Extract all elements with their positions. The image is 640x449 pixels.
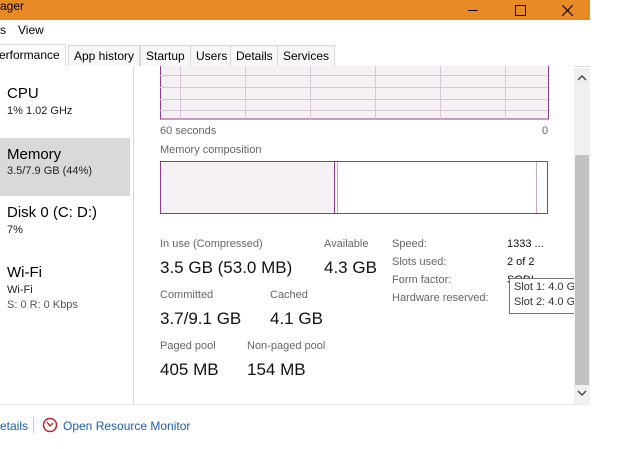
maximize-icon bbox=[514, 4, 526, 16]
sidebar-item-detail: 3.5/7.9 GB (44%) bbox=[7, 165, 92, 177]
tab-strip: erformance App history Startup Users Det… bbox=[0, 42, 590, 67]
minimize-icon bbox=[468, 9, 478, 11]
open-resource-monitor-link[interactable]: Open Resource Monitor bbox=[63, 419, 190, 433]
in-use-value: 3.5 GB (53.0 MB) bbox=[160, 258, 293, 277]
memory-panel: 60 seconds 0 Memory composition In use (… bbox=[134, 66, 574, 404]
resource-sidebar: CPU 1% 1.02 GHz Memory 3.5/7.9 GB (44%) … bbox=[0, 66, 134, 404]
modified-segment bbox=[337, 162, 338, 213]
close-icon bbox=[561, 4, 573, 16]
cached-value: 4.1 GB bbox=[270, 309, 323, 328]
sidebar-item-wifi[interactable]: Wi-Fi Wi-Fi S: 0 R: 0 Kbps bbox=[0, 258, 130, 320]
minimize-button[interactable] bbox=[450, 0, 496, 20]
slots-used-label: Slots used: bbox=[392, 256, 447, 268]
window-title: ager bbox=[0, 0, 25, 13]
sidebar-item-detail: Wi-Fi bbox=[7, 284, 33, 296]
slots-used-value: 2 of 2 bbox=[507, 256, 535, 268]
sidebar-item-label: Memory bbox=[7, 146, 62, 163]
maximize-button[interactable] bbox=[497, 0, 543, 20]
menu-item-view[interactable]: View bbox=[18, 23, 44, 37]
paged-pool-value: 405 MB bbox=[160, 360, 219, 379]
available-value: 4.3 GB bbox=[324, 258, 377, 277]
title-bar: ager bbox=[0, 0, 590, 20]
sidebar-item-label: Disk 0 (C: D:) bbox=[7, 204, 97, 221]
speed-label: Speed: bbox=[392, 238, 427, 250]
standby-segment bbox=[536, 162, 537, 213]
resource-monitor-icon bbox=[42, 417, 58, 433]
non-paged-pool-label: Non-paged pool bbox=[247, 340, 326, 352]
in-use-label: In use (Compressed) bbox=[160, 238, 263, 250]
committed-value: 3.7/9.1 GB bbox=[160, 309, 242, 328]
sidebar-item-cpu[interactable]: CPU 1% 1.02 GHz bbox=[0, 79, 130, 137]
paged-pool-label: Paged pool bbox=[160, 340, 216, 352]
hardware-reserved-label: Hardware reserved: bbox=[392, 292, 489, 304]
sidebar-item-detail: 1% 1.02 GHz bbox=[7, 105, 73, 117]
committed-label: Committed bbox=[160, 289, 214, 301]
menu-item-options[interactable]: s bbox=[0, 23, 6, 37]
scrollbar-thumb[interactable] bbox=[575, 155, 589, 385]
bottom-bar: etails Open Resource Monitor bbox=[0, 404, 590, 445]
fewer-details-link[interactable]: etails bbox=[0, 419, 28, 433]
scroll-up-icon[interactable] bbox=[577, 74, 587, 81]
form-factor-label: Form factor: bbox=[392, 274, 452, 286]
tab-performance[interactable]: erformance bbox=[0, 44, 66, 67]
graph-time-label: 60 seconds bbox=[160, 125, 217, 137]
tab-users[interactable]: Users bbox=[190, 45, 234, 66]
available-label: Available bbox=[324, 238, 369, 250]
scroll-down-icon[interactable] bbox=[577, 390, 587, 397]
sidebar-item-detail: 7% bbox=[7, 224, 23, 236]
menu-bar: s View bbox=[0, 20, 590, 42]
bottom-divider bbox=[33, 417, 34, 433]
non-paged-pool-value: 154 MB bbox=[247, 360, 306, 379]
sidebar-item-memory[interactable]: Memory 3.5/7.9 GB (44%) bbox=[0, 138, 130, 196]
memory-composition-bar bbox=[160, 161, 548, 214]
memory-composition-label: Memory composition bbox=[160, 144, 262, 156]
desktop-background bbox=[590, 0, 640, 449]
memory-usage-graph bbox=[160, 66, 549, 120]
sidebar-item-throughput: S: 0 R: 0 Kbps bbox=[7, 299, 78, 311]
close-button[interactable] bbox=[544, 0, 590, 20]
tab-services[interactable]: Services bbox=[277, 45, 336, 66]
cached-label: Cached bbox=[270, 289, 308, 301]
sidebar-item-label: Wi-Fi bbox=[7, 264, 42, 281]
tab-startup[interactable]: Startup bbox=[140, 45, 191, 66]
sidebar-item-label: CPU bbox=[7, 85, 39, 102]
tab-app-history[interactable]: App history bbox=[68, 45, 141, 66]
graph-zero-label: 0 bbox=[542, 125, 549, 137]
speed-value: 1333 ... bbox=[507, 238, 544, 250]
in-use-segment bbox=[161, 162, 335, 213]
tab-details[interactable]: Details bbox=[230, 45, 279, 66]
sidebar-item-disk[interactable]: Disk 0 (C: D:) 7% bbox=[0, 198, 130, 256]
